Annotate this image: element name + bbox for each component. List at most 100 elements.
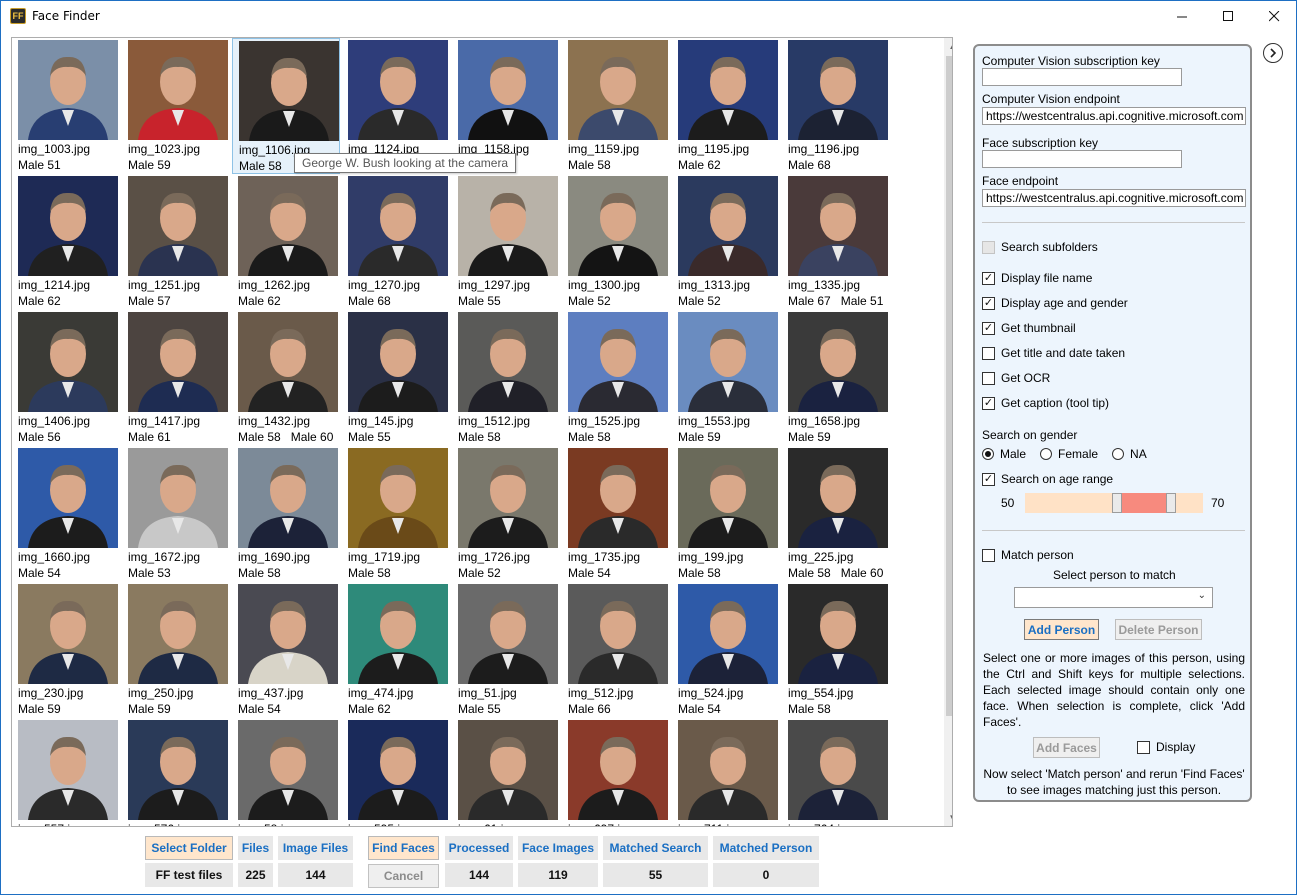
photo-thumbnail[interactable] (18, 720, 118, 820)
thumbnail-item[interactable]: img_697.jpg (562, 718, 670, 826)
photo-thumbnail[interactable] (458, 448, 558, 548)
thumbnail-item[interactable]: img_576.jpg (122, 718, 230, 826)
thumbnail-item[interactable]: img_145.jpg Male 55 (342, 310, 450, 446)
thumbnail-item[interactable]: img_437.jpg Male 54 (232, 582, 340, 718)
thumbnail-item[interactable]: img_595.jpg (342, 718, 450, 826)
photo-thumbnail[interactable] (788, 40, 888, 140)
thumbnail-item[interactable]: img_51.jpg Male 55 (452, 582, 560, 718)
checkbox-box[interactable]: ✓ (982, 396, 995, 410)
age-range-slider[interactable] (1025, 493, 1203, 513)
thumbnail-item[interactable]: img_1660.jpg Male 54 (12, 446, 120, 582)
scroll-down-arrow-icon[interactable]: ▼ (944, 809, 952, 826)
cv-key-input[interactable] (982, 68, 1182, 86)
photo-thumbnail[interactable] (678, 448, 778, 548)
thumbnail-item[interactable]: img_1719.jpg Male 58 (342, 446, 450, 582)
photo-thumbnail[interactable] (568, 720, 668, 820)
checkbox-box[interactable]: ✓ (982, 321, 995, 335)
photo-thumbnail[interactable] (238, 720, 338, 820)
scroll-up-arrow-icon[interactable]: ▲ (944, 38, 952, 55)
thumbnail-item[interactable]: img_1726.jpg Male 52 (452, 446, 560, 582)
thumbnail-item[interactable]: img_524.jpg Male 54 (672, 582, 780, 718)
image-grid[interactable]: img_1003.jpg Male 51 img_1023.jpg Male 59 im… (11, 37, 953, 827)
thumbnail-item[interactable]: img_250.jpg Male 59 (122, 582, 230, 718)
photo-thumbnail[interactable] (238, 176, 338, 276)
photo-thumbnail[interactable] (678, 176, 778, 276)
checkbox-box[interactable] (982, 371, 995, 385)
thumbnail-item[interactable]: img_557.jpg (12, 718, 120, 826)
checkbox-box[interactable]: ✓ (982, 271, 995, 285)
add-person-button[interactable]: Add Person (1024, 619, 1099, 640)
male-radio[interactable] (982, 448, 994, 460)
thumbnail-item[interactable]: img_225.jpg Male 58 Male 60 (782, 446, 890, 582)
thumbnail-item[interactable]: img_230.jpg Male 59 (12, 582, 120, 718)
photo-thumbnail[interactable] (678, 720, 778, 820)
thumbnail-item[interactable]: img_1214.jpg Male 62 (12, 174, 120, 310)
thumbnail-item[interactable]: img_1270.jpg Male 68 (342, 174, 450, 310)
vertical-scrollbar[interactable]: ▲ ▼ (944, 38, 952, 826)
cancel-button[interactable]: Cancel (368, 864, 439, 888)
photo-thumbnail[interactable] (128, 720, 228, 820)
checkbox-box[interactable]: ✓ (982, 472, 995, 486)
thumbnail-item[interactable]: img_1023.jpg Male 59 (122, 38, 230, 174)
thumbnail-item[interactable]: img_1525.jpg Male 58 (562, 310, 670, 446)
photo-thumbnail[interactable] (18, 176, 118, 276)
find-faces-button[interactable]: Find Faces (368, 836, 439, 860)
photo-thumbnail[interactable] (458, 312, 558, 412)
photo-thumbnail[interactable] (18, 448, 118, 548)
thumbnail-item[interactable]: img_512.jpg Male 66 (562, 582, 670, 718)
thumbnail-item[interactable]: img_474.jpg Male 62 (342, 582, 450, 718)
thumbnail-item[interactable]: img_1196.jpg Male 68 (782, 38, 890, 174)
photo-thumbnail[interactable] (568, 40, 668, 140)
checkbox-box[interactable] (982, 240, 995, 254)
age-max-handle[interactable] (1166, 493, 1176, 513)
photo-thumbnail[interactable] (568, 448, 668, 548)
checkbox-box[interactable]: ✓ (982, 296, 995, 310)
age-min-handle[interactable] (1112, 493, 1122, 513)
photo-thumbnail[interactable] (128, 40, 228, 140)
photo-thumbnail[interactable] (568, 584, 668, 684)
photo-thumbnail[interactable] (239, 41, 339, 141)
thumbnail-item[interactable]: img_1406.jpg Male 56 (12, 310, 120, 446)
photo-thumbnail[interactable] (788, 176, 888, 276)
minimize-button[interactable] (1159, 1, 1205, 32)
display-file-name-checkbox[interactable]: ✓ Display file name (982, 271, 1092, 285)
photo-thumbnail[interactable] (348, 40, 448, 140)
photo-thumbnail[interactable] (128, 448, 228, 548)
thumbnail-item[interactable]: img_554.jpg Male 58 (782, 582, 890, 718)
photo-thumbnail[interactable] (788, 312, 888, 412)
search-age-range-checkbox[interactable]: ✓ Search on age range (982, 472, 1113, 486)
thumbnail-item[interactable]: img_1313.jpg Male 52 (672, 174, 780, 310)
photo-thumbnail[interactable] (18, 584, 118, 684)
thumbnail-item[interactable]: img_1672.jpg Male 53 (122, 446, 230, 582)
photo-thumbnail[interactable] (348, 720, 448, 820)
photo-thumbnail[interactable] (238, 312, 338, 412)
thumbnail-item[interactable]: img_764.jpg (782, 718, 890, 826)
cv-endpoint-input[interactable]: https://westcentralus.api.cognitive.micr… (982, 107, 1246, 125)
photo-thumbnail[interactable] (568, 312, 668, 412)
display-checkbox[interactable]: Display (1137, 740, 1195, 754)
face-key-input[interactable] (982, 150, 1182, 168)
face-endpoint-input[interactable]: https://westcentralus.api.cognitive.micr… (982, 189, 1246, 207)
photo-thumbnail[interactable] (18, 40, 118, 140)
select-person-dropdown[interactable]: ⌄ (1014, 587, 1213, 608)
display-age-gender-checkbox[interactable]: ✓ Display age and gender (982, 296, 1128, 310)
thumbnail-item[interactable]: img_1512.jpg Male 58 (452, 310, 560, 446)
delete-person-button[interactable]: Delete Person (1115, 619, 1202, 640)
thumbnail-item[interactable]: img_1553.jpg Male 59 (672, 310, 780, 446)
select-folder-button[interactable]: Select Folder (145, 836, 233, 860)
thumbnail-item[interactable]: img_1195.jpg Male 62 (672, 38, 780, 174)
thumbnail-item[interactable]: img_61.jpg (452, 718, 560, 826)
thumbnail-item[interactable]: img_1417.jpg Male 61 (122, 310, 230, 446)
photo-thumbnail[interactable] (348, 176, 448, 276)
photo-thumbnail[interactable] (788, 448, 888, 548)
thumbnail-item[interactable]: img_1297.jpg Male 55 (452, 174, 560, 310)
photo-thumbnail[interactable] (348, 584, 448, 684)
photo-thumbnail[interactable] (128, 176, 228, 276)
match-person-checkbox[interactable]: Match person (982, 548, 1074, 562)
photo-thumbnail[interactable] (678, 584, 778, 684)
thumbnail-item[interactable]: img_1003.jpg Male 51 (12, 38, 120, 174)
thumbnail-item[interactable]: img_1159.jpg Male 58 (562, 38, 670, 174)
add-faces-button[interactable]: Add Faces (1033, 737, 1100, 758)
thumbnail-item[interactable]: img_1251.jpg Male 57 (122, 174, 230, 310)
photo-thumbnail[interactable] (458, 584, 558, 684)
